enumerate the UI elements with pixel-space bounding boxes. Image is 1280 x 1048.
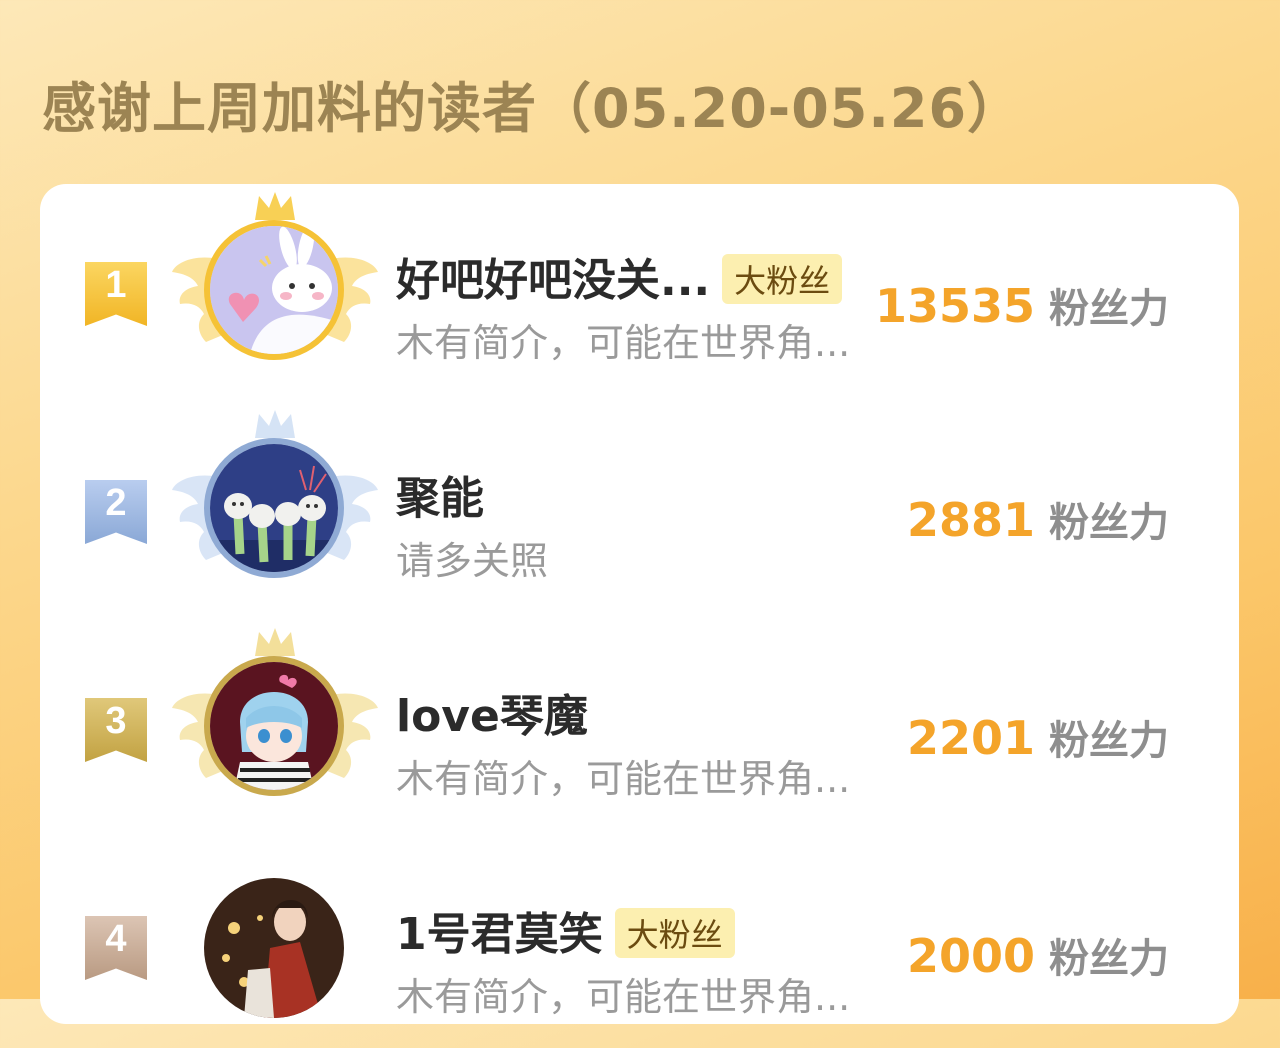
avatar[interactable] (204, 656, 344, 796)
score-unit: 粉丝力 (1049, 500, 1169, 546)
reader-name-text: 1号君莫笑 (396, 909, 603, 960)
crown-icon (255, 628, 295, 656)
reader-bio: 木有简介，可能在世界角... (396, 975, 851, 1019)
avatar[interactable] (204, 438, 344, 578)
rank-ribbon-3: 3 (85, 698, 147, 762)
reader-ranking-card: 1 好吧好吧没关... 大粉丝 木有简介，可能在世界角... 13535 粉丝力… (40, 184, 1239, 1024)
reader-row-2[interactable]: 2 聚能 请多关照 2881 粉丝力 (40, 410, 1239, 612)
reader-row-1[interactable]: 1 好吧好吧没关... 大粉丝 木有简介，可能在世界角... 13535 粉丝力 (40, 192, 1239, 394)
rank-ribbon-4: 4 (85, 916, 147, 980)
avatar-frame-bronze (170, 628, 380, 830)
avatar-frame (170, 848, 380, 1048)
reader-name-text: love琴魔 (396, 691, 588, 742)
reader-row-3[interactable]: 3 love琴魔 木有简介，可能在世界角... 2201 粉丝力 (40, 628, 1239, 830)
fan-power-score: 2881 粉丝力 (907, 490, 1169, 548)
anime-boy-avatar-image (210, 662, 338, 790)
reader-name[interactable]: love琴魔 (396, 680, 588, 744)
page-title: 感谢上周加料的读者（05.20-05.26） (42, 77, 1023, 140)
fan-power-score: 13535 粉丝力 (875, 276, 1169, 334)
reader-name-text: 好吧好吧没关... (396, 255, 711, 306)
reader-bio: 请多关照 (396, 539, 549, 583)
reader-name[interactable]: 聚能 (396, 462, 484, 526)
score-unit: 粉丝力 (1049, 718, 1169, 764)
fan-power-score: 2201 粉丝力 (907, 708, 1169, 766)
score-value: 13535 (874, 279, 1035, 333)
score-value: 2881 (906, 493, 1035, 547)
reader-name[interactable]: 好吧好吧没关... 大粉丝 (396, 244, 843, 308)
garlic-avatar-image (210, 444, 338, 572)
score-unit: 粉丝力 (1049, 936, 1169, 982)
reader-bio: 木有简介，可能在世界角... (396, 757, 851, 801)
crown-icon (255, 192, 295, 220)
score-value: 2201 (906, 711, 1035, 765)
score-unit: 粉丝力 (1049, 286, 1169, 332)
fan-power-score: 2000 粉丝力 (907, 926, 1169, 984)
fan-badge: 大粉丝 (722, 254, 843, 304)
crown-icon (255, 410, 295, 438)
score-value: 2000 (906, 929, 1035, 983)
avatar-frame-gold (170, 192, 380, 394)
bunny-avatar-image (210, 226, 338, 354)
rank-ribbon-1: 1 (85, 262, 147, 326)
rank-ribbon-2: 2 (85, 480, 147, 544)
couple-avatar-image (204, 878, 344, 1018)
reader-row-4[interactable]: 4 1号君莫笑 大粉丝 木有简介，可能在世界角... 2000 粉丝力 (40, 848, 1239, 1048)
reader-bio: 木有简介，可能在世界角... (396, 321, 851, 365)
avatar-frame-silver (170, 410, 380, 612)
reader-name[interactable]: 1号君莫笑 大粉丝 (396, 898, 735, 962)
avatar[interactable] (204, 878, 344, 1018)
fan-badge: 大粉丝 (614, 908, 735, 958)
reader-name-text: 聚能 (396, 473, 484, 524)
avatar[interactable] (204, 220, 344, 360)
